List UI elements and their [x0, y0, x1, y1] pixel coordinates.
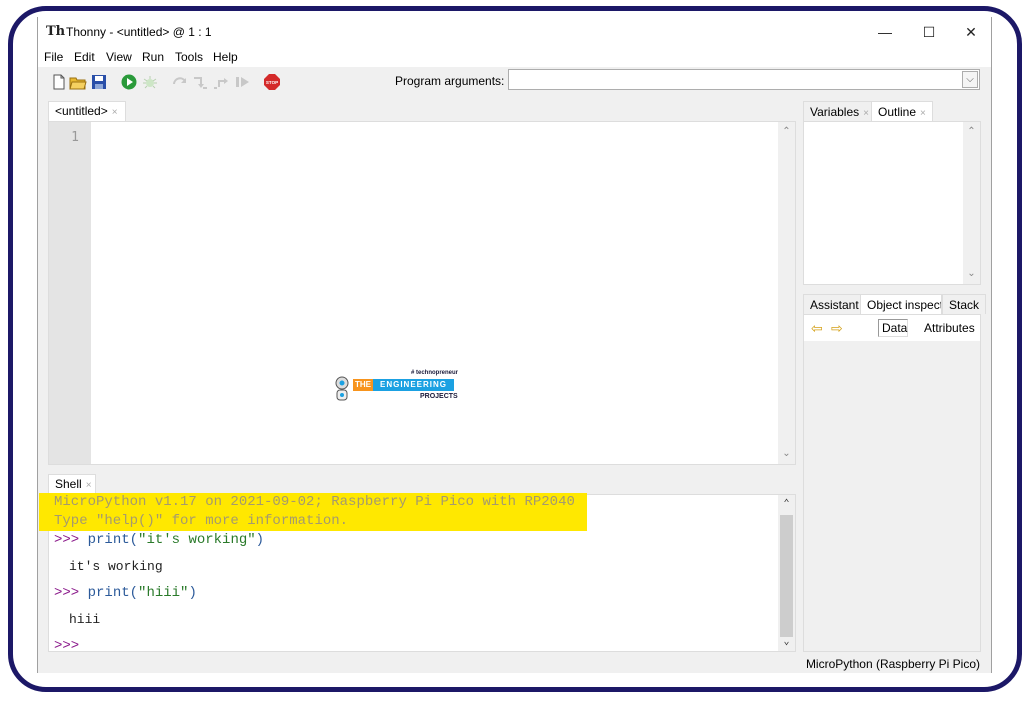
title-bar: Th Thonny - <untitled> @ 1 : 1 — ☐ ✕	[38, 17, 991, 47]
thonny-logo-icon: Th	[46, 24, 66, 39]
shell-console[interactable]: MicroPython v1.17 on 2021-09-02; Raspber…	[39, 493, 796, 654]
forward-arrow-icon[interactable]: ⇨	[831, 320, 843, 337]
tab-stack[interactable]: Stack	[942, 294, 987, 314]
close-tab-icon[interactable]: ×	[112, 107, 118, 118]
program-arguments-label: Program arguments:	[395, 74, 505, 88]
step-out-icon[interactable]	[212, 73, 230, 91]
editor-tab-label: <untitled>	[55, 104, 108, 118]
shell-prompt: >>>	[54, 532, 80, 548]
back-arrow-icon[interactable]: ⇦	[811, 320, 823, 337]
tab-assistant[interactable]: Assistant	[803, 294, 866, 314]
tab-object-inspector[interactable]: Object inspecto	[860, 294, 942, 314]
shell-prompt[interactable]: >>>	[54, 638, 79, 654]
scroll-down-icon[interactable]: ⌄	[778, 635, 795, 651]
menu-tools[interactable]: Tools	[175, 50, 203, 64]
shell-output-line: it's working	[69, 559, 163, 574]
thonny-window: Th Thonny - <untitled> @ 1 : 1 — ☐ ✕ Fil…	[37, 17, 992, 673]
inspector-toolbar: ⇦ ⇨ Data Attributes	[804, 315, 980, 341]
step-over-icon[interactable]	[171, 73, 189, 91]
program-arguments-input[interactable]: ⌵	[508, 69, 980, 90]
shell-tab[interactable]: Shell ×	[48, 474, 96, 494]
logo-engineering: ENGINEERING	[373, 379, 454, 391]
tab-label: Outline	[878, 105, 917, 119]
save-icon[interactable]	[90, 73, 108, 91]
menu-help[interactable]: Help	[213, 50, 238, 64]
close-shell-icon[interactable]: ×	[86, 480, 92, 491]
shell-input-line: >>> print("it's working")	[54, 532, 264, 548]
outline-scrollbar[interactable]: ⌃ ⌄	[963, 122, 980, 284]
chevron-down-icon[interactable]: ⌵	[962, 71, 978, 88]
close-button[interactable]: ✕	[951, 21, 991, 45]
run-icon[interactable]	[120, 73, 138, 91]
logo-projects: PROJECTS	[420, 393, 458, 400]
menu-bar: File Edit View Run Tools Help	[38, 47, 991, 67]
shell-prompt: >>>	[54, 585, 80, 601]
logo-the: THE	[353, 379, 373, 391]
new-file-icon[interactable]	[50, 73, 68, 91]
scroll-up-icon[interactable]: ⌃	[963, 124, 980, 140]
menu-edit[interactable]: Edit	[74, 50, 95, 64]
shell-banner-line: MicroPython v1.17 on 2021-09-02; Raspber…	[54, 494, 575, 510]
shell-command: print(	[87, 532, 139, 548]
menu-run[interactable]: Run	[142, 50, 164, 64]
toolbar: STOP Program arguments: ⌵	[38, 67, 991, 101]
tab-variables[interactable]: Variables ×	[803, 101, 876, 121]
shell-command: print(	[87, 585, 139, 601]
shell-banner-line: Type "help()" for more information.	[54, 513, 349, 529]
debug-icon[interactable]	[141, 73, 159, 91]
tab-outline[interactable]: Outline ×	[871, 101, 933, 121]
editor-scrollbar[interactable]: ⌃ ⌄	[778, 122, 795, 464]
stop-icon[interactable]: STOP	[263, 73, 281, 91]
scroll-down-icon[interactable]: ⌄	[778, 446, 795, 462]
scroll-up-icon[interactable]: ⌃	[778, 124, 795, 140]
shell-tab-label: Shell	[55, 477, 82, 491]
line-number: 1	[71, 130, 79, 145]
robot-icon	[335, 376, 349, 401]
shell-output-line: hiii	[69, 612, 101, 627]
tab-label: Variables	[810, 105, 860, 119]
line-number-gutter: 1	[49, 122, 91, 464]
open-folder-icon[interactable]	[69, 73, 87, 91]
shell-scrollbar[interactable]: ⌃ ⌄	[778, 495, 795, 651]
minimize-button[interactable]: —	[865, 21, 905, 45]
close-tab-icon[interactable]: ×	[863, 108, 869, 119]
logo-tagline: # technopreneur	[411, 370, 459, 376]
attributes-tab-button[interactable]: Attributes	[924, 321, 975, 335]
scrollbar-thumb[interactable]	[780, 515, 793, 637]
scroll-up-icon[interactable]: ⌃	[778, 497, 795, 513]
outline-panel: ⌃ ⌄	[803, 121, 981, 285]
window-title: Thonny - <untitled> @ 1 : 1	[66, 25, 212, 39]
resume-icon[interactable]	[233, 73, 251, 91]
code-editor[interactable]: 1 ⌃ ⌄	[48, 121, 796, 465]
shell-string: "hiii"	[138, 585, 189, 601]
svg-text:STOP: STOP	[266, 80, 278, 85]
menu-file[interactable]: File	[44, 50, 63, 64]
scroll-down-icon[interactable]: ⌄	[963, 266, 980, 282]
step-into-icon[interactable]	[191, 73, 209, 91]
editor-tab-untitled[interactable]: <untitled> ×	[48, 101, 126, 121]
shell-command: )	[188, 585, 197, 601]
data-tab-button[interactable]: Data	[878, 319, 908, 337]
shell-command: )	[255, 532, 265, 548]
watermark-logo: # technopreneur THE ENGINEERING PROJECTS	[333, 370, 463, 404]
close-tab-icon[interactable]: ×	[920, 108, 926, 119]
interpreter-status[interactable]: MicroPython (Raspberry Pi Pico)	[806, 657, 980, 671]
menu-view[interactable]: View	[106, 50, 132, 64]
shell-input-line: >>> print("hiii")	[54, 585, 197, 601]
maximize-button[interactable]: ☐	[909, 21, 949, 45]
shell-string: "it's working"	[138, 532, 256, 548]
object-inspector-panel: ⇦ ⇨ Data Attributes	[803, 314, 981, 652]
